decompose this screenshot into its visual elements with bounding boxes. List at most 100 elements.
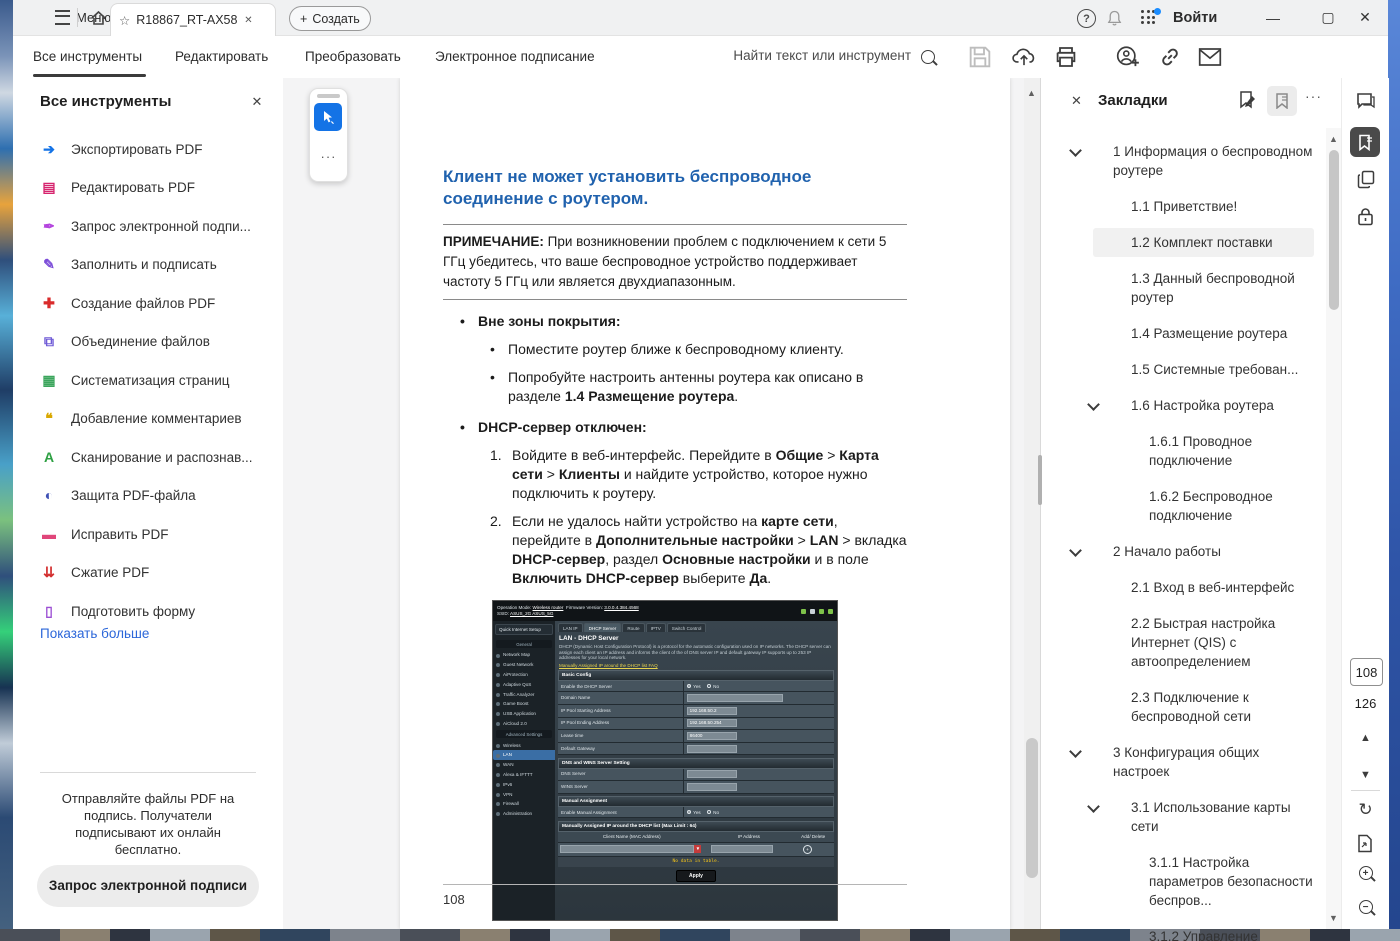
router-nav-item: Adaptive QoS: [493, 679, 555, 689]
tool-add-comments[interactable]: ❝ Добавление комментариев: [13, 399, 283, 437]
sub-bullet: •Попробуйте настроить антенны роутера ка…: [443, 368, 907, 406]
chevron-down-icon[interactable]: [1069, 144, 1082, 157]
lease-field: 86400: [687, 732, 737, 740]
search-button[interactable]: [916, 45, 940, 69]
tool-organize-pages[interactable]: ▦ Систематизация страниц: [13, 361, 283, 399]
current-page-input[interactable]: 108: [1350, 658, 1383, 686]
scrollbar-thumb[interactable]: [1026, 738, 1038, 878]
tools-panel-close-button[interactable]: ✕: [247, 92, 267, 112]
upload-cloud-icon[interactable]: [1012, 45, 1036, 69]
router-description: DHCP (Dynamic Host Configuration Protoco…: [559, 644, 833, 661]
drag-handle[interactable]: [317, 94, 340, 98]
save-icon[interactable]: [968, 45, 992, 69]
bookmark-item[interactable]: 1 Информация о беспроводном роутере: [1093, 142, 1314, 180]
create-label: Создать: [312, 12, 360, 26]
bookmark-item[interactable]: 2.1 Вход в веб-интерфейс: [1093, 578, 1314, 597]
tool-export-pdf[interactable]: ➔ Экспортировать PDF: [13, 130, 283, 168]
tool-fill-sign[interactable]: ✎ Заполнить и подписать: [13, 245, 283, 283]
fit-page-button[interactable]: [1342, 834, 1389, 853]
empty-table-message: No data in table.: [558, 857, 834, 867]
tab-all-tools[interactable]: Все инструменты: [33, 36, 142, 77]
tool-request-esign[interactable]: ✒ Запрос электронной подпи...: [13, 207, 283, 245]
pages-panel-button[interactable]: [1342, 170, 1389, 189]
dropdown-caret-icon: ▼: [694, 845, 701, 853]
comments-panel-button[interactable]: [1342, 92, 1389, 111]
create-tab-button[interactable]: + Создать: [289, 6, 371, 31]
request-esign-button[interactable]: Запрос электронной подписи: [37, 865, 259, 907]
tab-edit[interactable]: Редактировать: [175, 36, 268, 77]
chevron-down-icon[interactable]: [1069, 544, 1082, 557]
toolbar: Все инструменты Редактировать Преобразов…: [13, 36, 1388, 79]
domain-field: [687, 694, 783, 702]
close-button[interactable]: ✕: [1342, 0, 1388, 35]
bookmark-item[interactable]: 2.3 Подключение к беспроводной сети: [1093, 688, 1314, 726]
bookmark-item-selected[interactable]: 1.2 Комплект поставки: [1093, 228, 1314, 257]
router-nav-item: Game Boost: [493, 699, 555, 709]
tool-repair-pdf[interactable]: ▬ Исправить PDF: [13, 515, 283, 553]
chevron-down-icon[interactable]: [1087, 398, 1100, 411]
scroll-down-icon[interactable]: ▼: [1329, 913, 1338, 923]
print-icon[interactable]: [1054, 45, 1078, 69]
bookmarks-panel-button-active[interactable]: [1350, 127, 1380, 157]
tab-close-icon[interactable]: ✕: [244, 15, 252, 26]
tool-compress-pdf[interactable]: ⇊ Сжатие PDF: [13, 553, 283, 591]
bookmark-item[interactable]: 3.1.1 Настройка параметров безопасности …: [1093, 853, 1314, 910]
share-link-icon[interactable]: [1158, 45, 1182, 69]
select-tool-button[interactable]: [314, 103, 342, 131]
bookmark-item[interactable]: 1.6 Настройка роутера: [1093, 396, 1314, 415]
bookmarks-scrollbar[interactable]: ▲ ▼: [1326, 128, 1342, 929]
tool-combine-files[interactable]: ⧉ Объединение файлов: [13, 322, 283, 360]
bookmark-item[interactable]: 1.6.1 Проводное подключение: [1093, 432, 1314, 470]
bookmark-item[interactable]: 1.5 Системные требован...: [1093, 360, 1314, 379]
bookmark-item[interactable]: 3 Конфигурация общих настроек: [1093, 743, 1314, 781]
bookmark-item[interactable]: 1.3 Данный беспроводной роутер: [1093, 269, 1314, 307]
minimize-button[interactable]: —: [1250, 0, 1296, 35]
bookmark-item[interactable]: 2 Начало работы: [1093, 542, 1314, 561]
rotate-page-button[interactable]: ↻: [1342, 800, 1389, 820]
scroll-up-icon[interactable]: ▲: [1329, 134, 1338, 144]
notifications-bell-icon[interactable]: [1107, 10, 1122, 26]
document-tab[interactable]: ☆ R18867_RT-AX58U... ✕: [110, 3, 276, 36]
request-signatures-icon[interactable]: [1116, 45, 1140, 69]
scrollbar-thumb[interactable]: [1329, 150, 1339, 310]
bookmark-item[interactable]: 1.4 Размещение роутера: [1093, 324, 1314, 343]
tab-esign[interactable]: Электронное подписание: [435, 36, 595, 77]
bookmark-item[interactable]: 1.1 Приветствие!: [1093, 197, 1314, 216]
zoom-out-button[interactable]: −: [1342, 900, 1389, 914]
gateway-field: [687, 745, 737, 753]
next-page-button[interactable]: ▼: [1342, 769, 1389, 781]
chevron-down-icon: ▼: [1360, 769, 1371, 781]
add-bookmark-icon[interactable]: [1237, 90, 1257, 110]
tool-edit-pdf[interactable]: ▤ Редактировать PDF: [13, 168, 283, 206]
bookmarks-close-button[interactable]: ✕: [1071, 93, 1082, 109]
show-more-link[interactable]: Показать больше: [40, 626, 149, 641]
current-bookmark-button[interactable]: [1267, 86, 1297, 116]
email-icon[interactable]: [1198, 45, 1222, 69]
bookmark-item[interactable]: 1.6.2 Беспроводное подключение: [1093, 487, 1314, 525]
star-icon[interactable]: ☆: [119, 13, 130, 28]
router-tab: IPTV: [646, 623, 666, 632]
zoom-in-button[interactable]: +: [1342, 866, 1389, 880]
tab-convert[interactable]: Преобразовать: [305, 36, 401, 77]
signin-button[interactable]: Войти: [1173, 0, 1217, 35]
tool-scan-ocr[interactable]: A Сканирование и распознав...: [13, 438, 283, 476]
router-nav-item: AiCloud 2.0: [493, 718, 555, 728]
bookmarks-options-button[interactable]: ···: [1305, 88, 1322, 104]
security-panel-button[interactable]: [1342, 207, 1389, 226]
search-input[interactable]: Найти текст или инструмент: [733, 48, 911, 63]
home-button[interactable]: [90, 0, 107, 35]
router-nav-item: Firewall: [493, 799, 555, 809]
tool-prepare-form[interactable]: ▯ Подготовить форму: [13, 592, 283, 630]
previous-page-button[interactable]: ▲: [1342, 732, 1389, 744]
chevron-down-icon[interactable]: [1087, 800, 1100, 813]
chevron-down-icon[interactable]: [1069, 745, 1082, 758]
help-button[interactable]: ?: [1077, 9, 1096, 28]
search-icon: [921, 50, 935, 64]
bookmark-item[interactable]: 2.2 Быстрая настройка Интернет (QIS) с а…: [1093, 614, 1314, 671]
toolbar-overflow-button[interactable]: ···: [310, 149, 347, 164]
tool-create-pdf[interactable]: ✚ Создание файлов PDF: [13, 284, 283, 322]
bookmark-item[interactable]: 3.1.2 Управление сетевыми клиентами: [1093, 927, 1314, 941]
scroll-up-icon[interactable]: ▲: [1027, 88, 1036, 98]
tool-protect-pdf[interactable]: ◐ Защита PDF-файла: [13, 476, 283, 514]
bookmark-item[interactable]: 3.1 Использование карты сети: [1093, 798, 1314, 836]
